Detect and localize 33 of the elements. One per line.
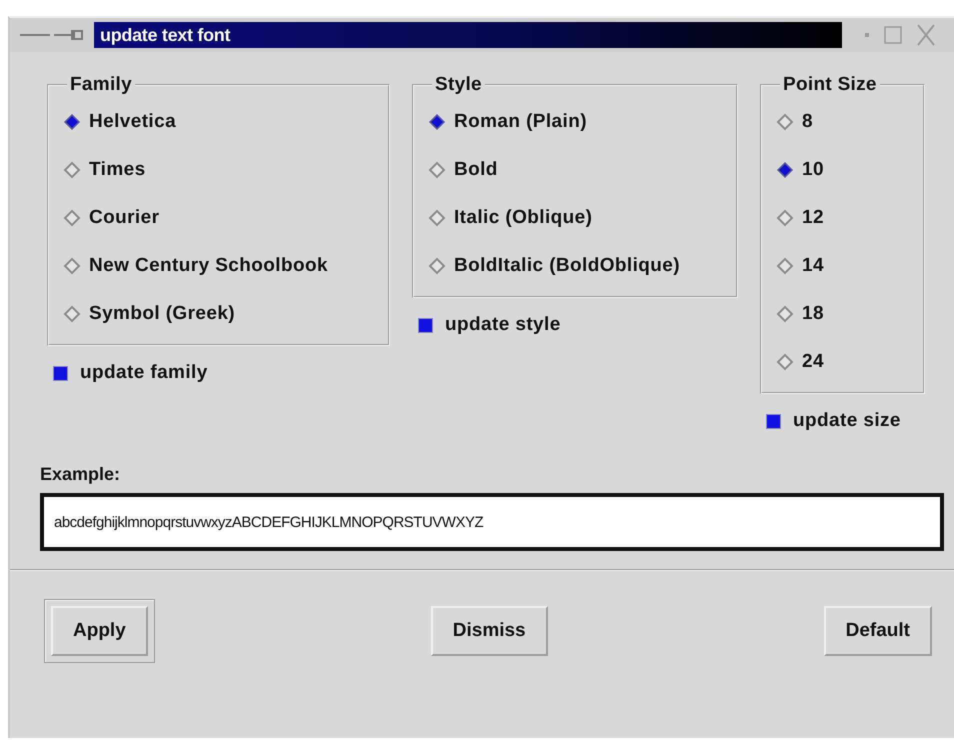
dialog-button[interactable]: Default [824, 606, 932, 656]
close-icon[interactable] [916, 23, 936, 47]
checkbox[interactable] [418, 318, 433, 332]
radio-option[interactable]: Symbol (Greek) [63, 303, 236, 325]
radio-option[interactable]: Times [63, 159, 146, 181]
maximize-icon[interactable] [884, 26, 902, 44]
radio-option[interactable]: Italic (Oblique) [428, 207, 592, 229]
radio-option[interactable]: 10 [776, 159, 824, 181]
radio-option[interactable]: 18 [776, 303, 824, 325]
radio-option[interactable]: Courier [63, 207, 160, 229]
checkbox-option[interactable]: update size [766, 410, 901, 432]
checkbox-option[interactable]: update style [418, 314, 561, 336]
window-title: update text font [94, 22, 842, 48]
radio-option[interactable]: BoldItalic (BoldOblique) [428, 255, 680, 277]
example-field[interactable]: abcdefghijklmnopqrstuvwxyzABCDEFGHIJKLMNOPQRSTUVWXYZ [40, 493, 944, 551]
radio-option[interactable]: Roman (Plain) [428, 111, 587, 133]
dialog-button[interactable]: Dismiss [430, 606, 548, 656]
radio-option[interactable]: 24 [776, 351, 824, 373]
checkbox-option[interactable]: update family [53, 362, 208, 384]
radio-option[interactable]: Bold [428, 159, 498, 181]
radio-option[interactable]: 14 [776, 255, 824, 277]
radio-option[interactable]: 8 [776, 111, 813, 133]
group-title: Style [434, 74, 483, 96]
dialog-button[interactable]: Apply [51, 606, 148, 656]
minimize-icon[interactable] [864, 32, 870, 38]
group-title: Point Size [782, 74, 878, 96]
checkbox[interactable] [53, 366, 68, 380]
radio-option[interactable]: Helvetica [63, 111, 176, 133]
radio-option[interactable]: 12 [776, 207, 824, 229]
group-title: Family [69, 74, 133, 96]
checkbox[interactable] [766, 414, 781, 428]
radio-option[interactable]: New Century Schoolbook [63, 255, 328, 277]
example-label: Example: [40, 464, 122, 485]
